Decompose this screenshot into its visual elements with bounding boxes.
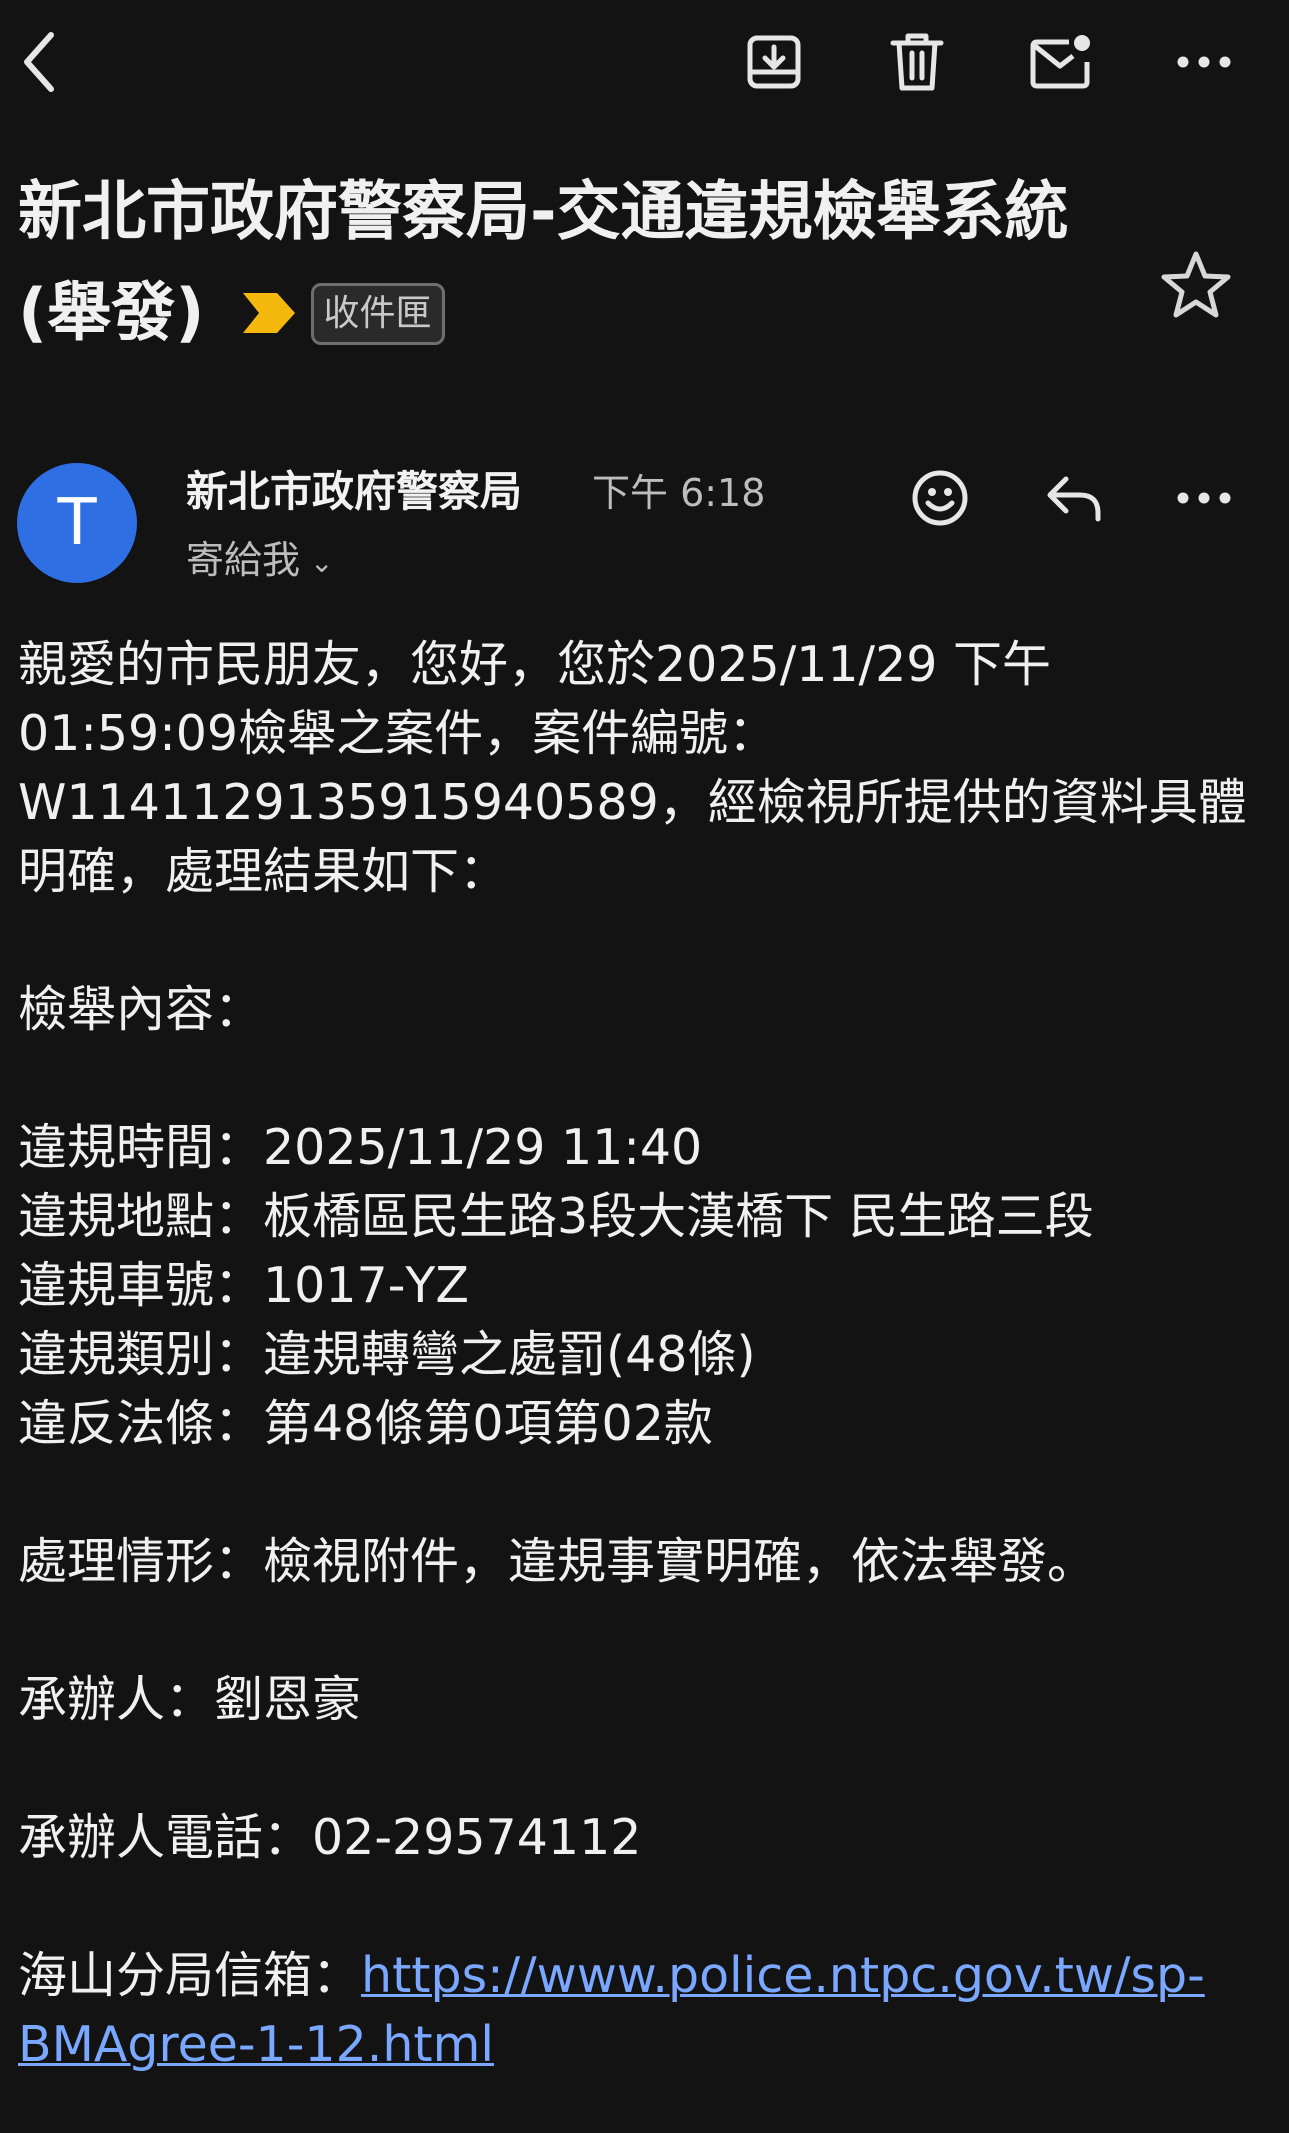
greeting-paragraph: 親愛的市民朋友，您好，您於2025/11/29 下午01:59:09檢舉之案件，… <box>18 636 1247 900</box>
detail-plate-number: 違規車號：1017-YZ <box>18 1257 469 1314</box>
processing-status: 處理情形：檢視附件，違規事實明確，依法舉發。 <box>18 1533 1097 1590</box>
back-button[interactable] <box>0 22 80 102</box>
recipient-label: 寄給我 <box>186 538 301 582</box>
mark-unread-button[interactable] <box>1021 22 1101 102</box>
trash-icon <box>890 33 944 91</box>
mailbox-label: 海山分局信箱： <box>18 1947 362 2004</box>
inbox-label-chip[interactable]: 收件匣 <box>310 282 445 345</box>
delete-button[interactable] <box>877 22 957 102</box>
email-body: 親愛的市民朋友，您好，您於2025/11/29 下午01:59:09檢舉之案件，… <box>18 630 1268 2079</box>
more-options-button[interactable] <box>1164 22 1244 102</box>
handler-phone: 承辦人電話：02-29574112 <box>18 1809 642 1866</box>
chevron-down-icon: ⌄ <box>310 545 334 579</box>
important-marker-icon[interactable] <box>241 265 297 363</box>
sender-avatar[interactable]: T <box>17 463 137 583</box>
archive-button[interactable] <box>734 22 814 102</box>
reply-button[interactable] <box>1034 458 1114 538</box>
reaction-button[interactable] <box>900 458 980 538</box>
mail-unread-icon <box>1030 35 1090 89</box>
star-icon <box>1161 251 1231 318</box>
detail-law-article: 違反法條：第48條第0項第02款 <box>18 1395 713 1452</box>
handler-name: 承辦人：劉恩豪 <box>18 1671 362 1728</box>
sender-name[interactable]: 新北市政府警察局 <box>186 462 522 522</box>
detail-violation-time: 違規時間：2025/11/29 11:40 <box>18 1119 703 1176</box>
emoji-icon <box>912 470 968 526</box>
top-toolbar <box>0 0 1289 130</box>
recipient-details-toggle[interactable]: 寄給我 ⌄ <box>186 532 333 591</box>
more-horizontal-icon <box>1177 56 1231 68</box>
subject-title: 新北市政府警察局-交通違規檢舉系統(舉發) <box>18 175 1069 351</box>
detail-violation-location: 違規地點：板橋區民生路3段大漢橋下 民生路三段 <box>18 1188 1094 1245</box>
content-heading: 檢舉內容： <box>18 981 264 1038</box>
sent-time: 下午 6:18 <box>592 471 766 515</box>
reply-icon <box>1047 476 1101 522</box>
star-button[interactable] <box>1156 244 1236 324</box>
detail-violation-category: 違規類別：違規轉彎之處罰(48條) <box>18 1326 756 1383</box>
email-subject: 新北市政府警察局-交通違規檢舉系統(舉發) 收件匣 <box>18 160 1128 363</box>
archive-icon <box>747 35 801 89</box>
more-horizontal-icon <box>1177 492 1231 504</box>
message-more-button[interactable] <box>1164 458 1244 538</box>
chevron-left-icon <box>24 32 54 92</box>
mailbox-line: 海山分局信箱：https://www.police.ntpc.gov.tw/sp… <box>18 1941 1268 2079</box>
